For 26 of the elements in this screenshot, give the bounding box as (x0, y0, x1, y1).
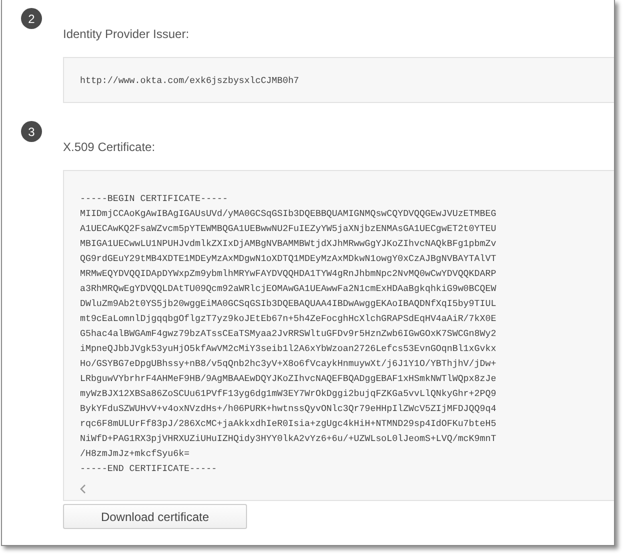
certificate-line: mt9cEaLomnlDjgqqbgOflgzT7yz9koJEtEb67n+5h4ZeFocghHcXlchGRAPSdEqHV4aAiR/7kX0E (80, 312, 498, 326)
certificate-line: BykYFduSZWUHvV+v4oxNVzdHs+/h06PURK+hwtnssQyvONlc3Qr79eHHpIlZWcV5ZIjMFDJQQ9q4 (80, 402, 498, 416)
step-number: 3 (21, 121, 42, 142)
certificate-line: MBIGA1UECwwLU1NPUHJvdmlkZXIxDjAMBgNVBAMMBWtjdXJhMRwwGgYJKoZIhvcNAQkBFg1pbmZv (80, 237, 498, 251)
certificate-line: -----END CERTIFICATE----- (80, 462, 218, 476)
certificate-line: -----BEGIN CERTIFICATE----- (80, 192, 229, 206)
certificate-line: MRMwEQYDVQQIDApDYWxpZm9ybmlhMRYwFAYDVQQHDA1TYW4gRnJhbmNpc2NvMQ0wCwYDVQQKDARP (80, 267, 498, 281)
certificate-line: G5hac4alBWGAmF4gwz79bzATssCEaTSMyaa2JvRRSWltuGFDv9r5HznZwb6IGwGOxK7SWCGn8Wy2 (80, 327, 498, 341)
certificate-line: Ho/GSYBG7eDpgUBhssy+nB8/v5qQnb2hc3yV+X8o6fVcaykHnmuywXt/j6J1Y1O/YBThjhV/jDw+ (80, 357, 498, 371)
certificate-line: rqc6F8mULUrFf83pJ/286XcMC+jaAkkxdhIeR0Isia+zgUgc4kHiH+NTMND29sp4IdOFKu7bteH5 (80, 417, 498, 431)
certificate-line: a3RhMRQwEgYDVQQLDAtTU09Qcm92aWRlcjEOMAwGA1UEAwwFa2N1cmExHDAaBgkqhkiG9w0BCQEW (80, 282, 498, 296)
certificate-line: /H8zmJmJz+mkcfSyu6k= (80, 447, 191, 461)
certificate-line: LRbguwVYbrhrF4AHMeF9HB/9AgMBAAEwDQYJKoZIhvcNAQEFBQADggEBAF1xHSmkNWTlWQpx8zJe (80, 372, 498, 386)
certificate-line: MIIDmjCCAoKgAwIBAgIGAUsUVd/yMA0GCSqGSIb3DQEBBQUAMIGNMQswCQYDVQQGEwJVUzETMBEG (80, 207, 498, 221)
certificate-line: iMpneQJbbJVgk53yuHjO5kfAwVM2cMiY3seib1l2A6xYbWzoan2726Lefcs53EvnGOqnBl1xGvkx (80, 342, 498, 356)
certificate-line: DWluZm9Ab2t0YS5jb20wggEiMA0GCSqGSIb3DQEBAQUAA4IBDwAwggEKAoIBAQDNfXqI5by9TIUL (80, 297, 498, 311)
download-certificate-button[interactable]: Download certificate (63, 504, 247, 529)
certificate-line: QG9rdGEuY29tMB4XDTE1MDEyMzAxMDgwN1oXDTQ1MDEyMzAxMDkwN1owgY0xCzAJBgNVBAYTAlVT (80, 252, 498, 266)
scroll-left-icon[interactable] (80, 484, 86, 494)
certificate-line: A1UECAwKQ2FsaWZvcm5pYTEWMBQGA1UEBwwNU2FuIEZyYW5jaXNjbzENMAsGA1UECgwET2t0YTEU (80, 222, 498, 236)
field-label: X.509 Certificate: (63, 140, 156, 155)
certificate-line: NiWfD+PAG1RX3pjVHRXUZiUHuIZHQidy3HYY0lkA2vYz6+6u/+UZWLsoL0lJeomS+LVQ/mcK9mnT (80, 432, 498, 446)
issuer-field: http://www.okta.com/exk6jszbysxlcCJMB0h7 (63, 57, 614, 103)
step-number: 2 (21, 8, 42, 29)
certificate-line: myWzBJX12XBSa86ZoSCUu61PVfF13yg6dg1mW3EY7WrOkDggi2bujqFZKGa5vvLlQNkyGhr+2PQ9 (80, 387, 498, 401)
field-label: Identity Provider Issuer: (63, 27, 190, 42)
